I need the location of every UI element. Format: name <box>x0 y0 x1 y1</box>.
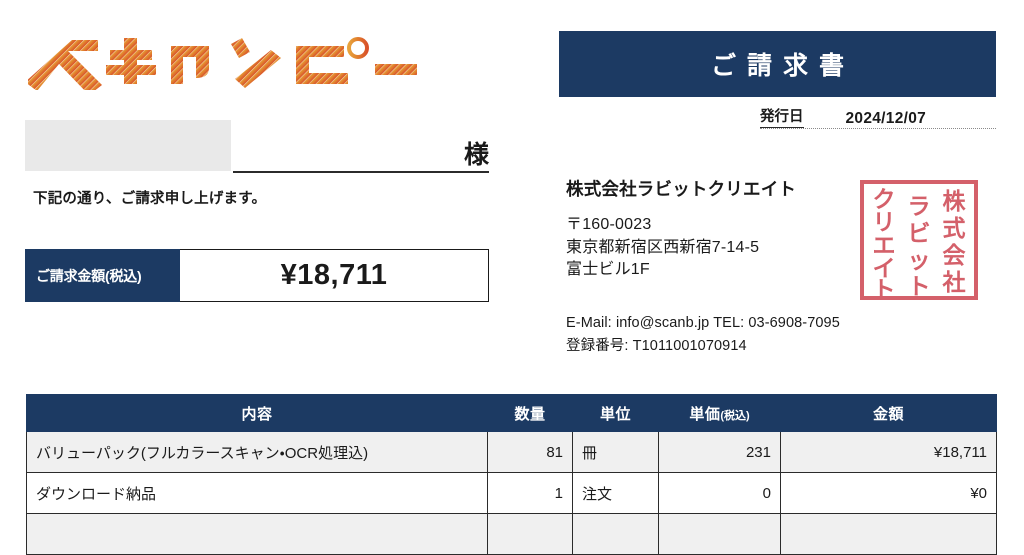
intro-text: 下記の通り、ご請求申し上げます。 <box>33 191 267 207</box>
svg-text:会: 会 <box>943 242 967 268</box>
table-row <box>26 513 997 555</box>
total-amount-label: ご請求金額(税込) <box>25 249 180 302</box>
cell-description <box>26 513 488 555</box>
cell-amount <box>780 513 997 555</box>
cell-unit <box>572 513 659 555</box>
table-row: バリューパック(フルカラースキャン・OCR処理込) 81 冊 231 ¥18,7… <box>26 431 997 473</box>
total-amount-box: ご請求金額(税込) ¥18,711 <box>25 249 489 302</box>
svg-text:社: 社 <box>942 269 966 295</box>
cell-quantity: 81 <box>487 431 573 473</box>
company-seal-stamp: 株 式 会 社 ラ ビ ッ ト ク リ エ イ ト <box>856 176 982 304</box>
column-header-unit-price: 単価(税込) <box>658 394 781 432</box>
cell-amount: ¥0 <box>780 472 997 514</box>
customer-name-line: 様 <box>233 120 489 173</box>
customer-name-redaction <box>25 120 231 171</box>
cell-unit: 注文 <box>572 472 659 514</box>
issuer-block: 株式会社ラビットクリエイト 〒160-0023 東京都新宿区西新宿7-14-5 … <box>566 176 866 282</box>
column-header-unit-label: 単位 <box>599 405 631 423</box>
issue-date-label: 発行日 <box>760 109 804 128</box>
column-header-description: 内容 <box>26 394 488 432</box>
svg-text:式: 式 <box>943 215 966 241</box>
cell-amount: ¥18,711 <box>780 431 997 473</box>
svg-text:ト: ト <box>873 276 896 302</box>
invoice-items-table: 内容 数量 単位 単価(税込) 金額 バリューパック(フルカラースキャン・OCR… <box>26 394 997 555</box>
svg-text:ラ: ラ <box>908 193 931 219</box>
cell-unit-price: 231 <box>658 431 781 473</box>
issuer-email-tel: E-Mail: info@scanb.jp TEL: 03-6908-7095 <box>566 315 840 331</box>
invoice-title-bar: ご請求書 <box>559 31 996 97</box>
issuer-contact-block: E-Mail: info@scanb.jp TEL: 03-6908-7095 … <box>566 312 986 359</box>
issue-date-row: 発行日 2024/12/07 <box>760 104 996 129</box>
cell-quantity: 1 <box>487 472 573 514</box>
issuer-registration-number: 登録番号: T1011001070914 <box>566 338 747 355</box>
cell-description: ダウンロード納品 <box>26 472 488 514</box>
table-row: ダウンロード納品 1 注文 0 ¥0 <box>26 472 997 514</box>
cell-description: バリューパック(フルカラースキャン・OCR処理込) <box>26 431 488 473</box>
issuer-postal-code: 〒160-0023 <box>566 216 652 233</box>
customer-honorific: 様 <box>463 141 489 169</box>
column-header-quantity: 数量 <box>487 394 573 432</box>
svg-text:ビ: ビ <box>908 220 931 246</box>
company-logo <box>28 32 418 90</box>
cell-quantity <box>487 513 573 555</box>
column-header-description-label: 内容 <box>241 405 273 423</box>
column-header-amount: 金額 <box>780 394 997 432</box>
column-header-quantity-label: 数量 <box>514 405 546 423</box>
svg-text:ト: ト <box>908 273 931 299</box>
issuer-company-name: 株式会社ラビットクリエイト <box>566 179 797 199</box>
column-header-unit-price-label: 単価 <box>689 405 721 423</box>
svg-text:株: 株 <box>943 188 967 214</box>
issuer-address-line2: 富士ビル1F <box>566 261 650 279</box>
total-amount-value: ¥18,711 <box>180 249 489 302</box>
column-header-unit-price-sub: (税込) <box>720 409 750 422</box>
column-header-unit: 単位 <box>572 394 659 432</box>
cell-unit-price <box>658 513 781 555</box>
svg-text:ッ: ッ <box>908 247 931 273</box>
page-title: ご請求書 <box>710 52 855 80</box>
issuer-address-line1: 東京都新宿区西新宿7-14-5 <box>566 238 760 256</box>
table-header-row: 内容 数量 単位 単価(税込) 金額 <box>26 394 997 432</box>
cell-unit: 冊 <box>572 431 659 473</box>
issue-date-value: 2024/12/07 <box>845 109 927 127</box>
column-header-amount-label: 金額 <box>872 405 904 423</box>
cell-unit-price: 0 <box>658 472 781 514</box>
